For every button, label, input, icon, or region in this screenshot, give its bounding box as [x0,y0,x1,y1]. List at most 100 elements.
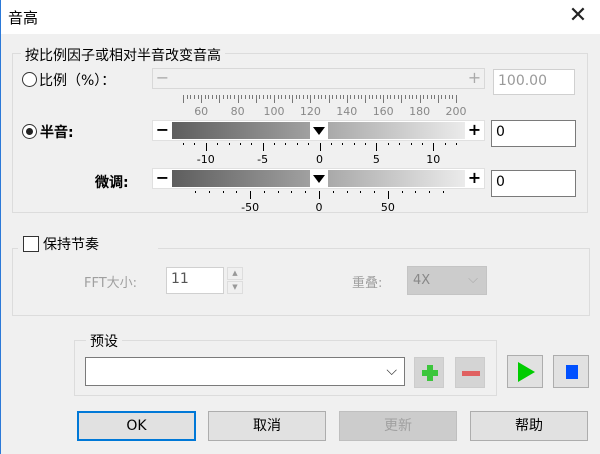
tick-mark [379,95,381,99]
tick-mark [201,95,203,103]
tick-mark [195,191,196,193]
semitone-slider-thumb[interactable] [310,122,328,139]
tick-mark [183,143,184,145]
tick-mark [405,95,407,99]
tick-mark [387,143,389,145]
ratio-track [172,70,465,87]
tick-mark [374,191,376,193]
finetune-slider-thumb[interactable] [310,170,328,187]
keep-tempo-label: 保持节奏 [43,237,99,253]
fft-size-input[interactable]: 11 [166,267,224,294]
tick-mark [350,95,352,99]
spin-up-icon[interactable]: ▲ [227,267,243,280]
tick-label: 10 [426,153,441,166]
tick-mark [361,95,363,99]
tick-mark [284,95,286,99]
tick-mark [291,191,293,193]
tick-mark [263,191,265,193]
stop-button[interactable] [553,355,589,388]
tick-mark [255,95,257,103]
tick-mark [387,191,389,199]
tick-mark [383,95,385,103]
overlap-select[interactable]: 4X ⌵ [407,266,487,295]
keep-tempo-checkbox[interactable] [23,236,39,252]
ratio-plus-button[interactable]: + [466,70,483,87]
tick-mark [365,95,366,103]
tick-mark [346,191,348,193]
tick-mark [204,95,206,99]
window-title: 音高 [8,9,39,27]
tick-mark [410,143,412,145]
finetune-input[interactable]: 0 [491,170,576,197]
tick-mark [445,95,447,99]
tick-mark [292,95,294,103]
tick-label: 160 [372,105,394,118]
update-button[interactable]: 更新 [339,411,457,441]
tick-mark [296,143,298,145]
tick-mark [205,143,207,151]
tick-mark [444,143,446,145]
tick-mark [375,95,377,99]
semitone-plus-button[interactable]: + [466,122,483,139]
tick-mark [319,143,321,151]
ratio-slider[interactable]: − + [152,68,485,89]
ok-button[interactable]: OK [77,411,196,441]
tick-mark [342,143,344,145]
semitone-label: 半音: [40,125,74,141]
ratio-radio[interactable] [22,72,37,87]
tick-mark [233,95,235,99]
tick-mark [372,95,374,99]
semitone-slider[interactable]: − + [152,120,485,141]
tick-mark [230,95,232,99]
spin-down-icon[interactable]: ▼ [227,281,243,294]
tick-mark [194,143,196,145]
tick-mark [259,95,261,99]
tick-mark [430,95,432,99]
finetune-slider[interactable]: − + [152,168,485,189]
tick-mark [426,95,428,99]
overlap-label: 重叠: [352,276,383,291]
remove-preset-button[interactable] [455,357,485,388]
tick-mark [415,95,417,99]
tick-mark [335,95,337,99]
play-button[interactable] [507,355,543,388]
tick-mark [303,95,305,99]
help-button[interactable]: 帮助 [470,411,588,441]
tick-mark [299,95,301,99]
semitone-radio[interactable] [22,124,37,139]
tick-mark [360,191,362,193]
ratio-minus-button[interactable]: − [154,70,171,87]
semitone-minus-button[interactable]: − [154,122,171,139]
tick-mark [226,95,228,99]
preset-select[interactable]: ⌵ [85,357,405,386]
tick-mark [208,191,210,193]
tick-label: 140 [336,105,358,118]
pitch-group-legend: 按比例因子或相对半音改变音高 [21,45,225,65]
semitone-input[interactable]: 0 [491,120,576,147]
ratio-ticks: 60 80 100 120 140 160 180 200 [183,95,467,118]
tick-mark [448,95,450,99]
close-icon[interactable]: ✕ [563,2,593,32]
tick-label: 50 [380,201,395,214]
finetune-plus-button[interactable]: + [466,170,483,187]
tick-mark [263,95,265,99]
tick-mark [306,95,308,99]
minus-icon [462,371,480,376]
tick-mark [274,143,275,145]
tick-mark [357,95,359,99]
tick-mark [412,95,414,99]
tick-mark [399,143,401,145]
tick-mark [330,143,332,145]
tick-label: 0 [315,201,323,214]
tick-mark [456,143,457,145]
tick-mark [321,95,323,99]
cancel-button[interactable]: 取消 [208,411,326,441]
finetune-minus-button[interactable]: − [154,170,171,187]
add-preset-button[interactable] [414,357,444,388]
tick-label: 100 [263,105,285,118]
tick-mark [433,143,435,151]
tick-mark [419,95,421,103]
ratio-input[interactable]: 100.00 [493,69,575,95]
tick-mark [241,95,243,99]
tick-mark [339,95,341,99]
